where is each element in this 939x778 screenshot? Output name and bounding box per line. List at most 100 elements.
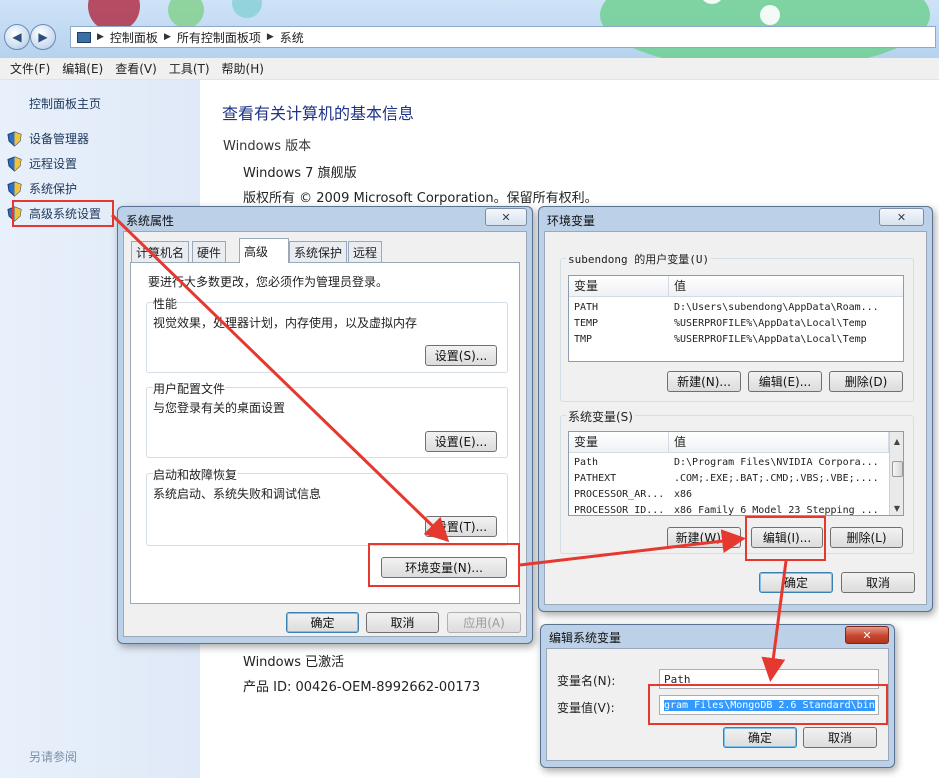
- sidebar-item-label: 系统保护: [29, 182, 78, 196]
- group-label: 性能: [153, 295, 178, 312]
- edit-ok-button[interactable]: 确定: [723, 727, 797, 748]
- menu-tools[interactable]: 工具(T): [169, 60, 210, 77]
- close-button[interactable]: ✕: [845, 626, 889, 644]
- chevron-right-icon: ▶: [163, 32, 171, 42]
- highlight-advanced-settings: [12, 200, 114, 227]
- list-item[interactable]: TEMP %USERPROFILE%\AppData\Local\Temp: [569, 318, 903, 334]
- variable-name: PATH: [574, 302, 599, 313]
- sidebar-item-device-manager[interactable]: 设备管理器: [7, 130, 89, 147]
- variable-value: D:\Users\subendong\AppData\Roam...: [674, 302, 879, 313]
- menu-edit[interactable]: 编辑(E): [62, 60, 103, 77]
- sidebar-home-link[interactable]: 控制面板主页: [29, 95, 101, 112]
- scroll-thumb[interactable]: [892, 461, 903, 477]
- address-bar[interactable]: ▶ 控制面板 ▶ 所有控制面板项 ▶ 系统: [70, 26, 936, 48]
- group-label: 系统变量(S): [566, 408, 635, 425]
- dialog-title: 环境变量: [547, 214, 596, 228]
- env-ok-button[interactable]: 确定: [759, 572, 833, 593]
- group-description: 与您登录有关的桌面设置: [153, 401, 286, 415]
- highlight-value-field: [648, 684, 888, 725]
- column-header-variable[interactable]: 变量: [569, 432, 669, 453]
- close-button[interactable]: ✕: [879, 208, 924, 226]
- variable-value-label: 变量值(V):: [557, 701, 615, 715]
- group-description: 系统启动、系统失败和调试信息: [153, 487, 322, 501]
- list-item[interactable]: Path D:\Program Files\NVIDIA Corpora...: [569, 457, 884, 473]
- product-id: 产品 ID: 00426-OEM-8992662-00173: [243, 680, 481, 695]
- env-cancel-button[interactable]: 取消: [841, 572, 915, 593]
- list-item[interactable]: TMP %USERPROFILE%\AppData\Local\Temp: [569, 334, 903, 350]
- variable-name-label: 变量名(N):: [557, 674, 616, 688]
- tab-computer-name[interactable]: 计算机名: [131, 241, 190, 262]
- list-item[interactable]: PATHEXT .COM;.EXE;.BAT;.CMD;.VBS;.VBE;...…: [569, 473, 884, 489]
- shield-icon: [7, 130, 22, 147]
- variable-value: x86 Family 6 Model 23 Stepping ...: [674, 505, 879, 516]
- chevron-right-icon: ▶: [266, 32, 274, 42]
- scroll-up-icon[interactable]: ▲: [890, 434, 903, 448]
- scroll-down-icon[interactable]: ▼: [890, 501, 903, 515]
- computer-icon: [77, 31, 91, 43]
- variable-name: PROCESSOR_ID...: [574, 505, 665, 516]
- shield-icon: [7, 180, 22, 197]
- user-new-button[interactable]: 新建(N)...: [667, 371, 741, 392]
- variable-name: TMP: [574, 334, 593, 345]
- sidebar-item-system-protection[interactable]: 系统保护: [7, 180, 77, 197]
- breadcrumb-control-panel[interactable]: 控制面板: [110, 29, 158, 46]
- variable-name: Path: [574, 457, 599, 468]
- chevron-right-icon: ▶: [97, 32, 104, 42]
- dialog-title: 编辑系统变量: [549, 631, 622, 645]
- variable-value: %USERPROFILE%\AppData\Local\Temp: [674, 318, 867, 329]
- system-variables-list[interactable]: 变量 值 Path D:\Program Files\NVIDIA Corpora…: [568, 431, 904, 516]
- cancel-button[interactable]: 取消: [366, 612, 439, 633]
- tab-system-protection[interactable]: 系统保护: [289, 241, 348, 262]
- apply-button[interactable]: 应用(A): [447, 612, 521, 633]
- admin-note: 要进行大多数更改，您必须作为管理员登录。: [148, 275, 389, 289]
- performance-settings-button[interactable]: 设置(S)...: [425, 345, 497, 366]
- list-item[interactable]: PATH D:\Users\subendong\AppData\Roam...: [569, 302, 903, 318]
- variable-value: x86: [674, 489, 693, 500]
- system-delete-button[interactable]: 删除(L): [830, 527, 903, 548]
- menu-file[interactable]: 文件(F): [10, 60, 50, 77]
- user-variables-list[interactable]: 变量 值 PATH D:\Users\subendong\AppData\Roam…: [568, 275, 904, 362]
- column-header-value[interactable]: 值: [669, 432, 889, 453]
- user-delete-button[interactable]: 删除(D): [829, 371, 903, 392]
- group-description: 视觉效果，处理器计划，内存使用，以及虚拟内存: [153, 316, 418, 330]
- copyright-text: 版权所有 © 2009 Microsoft Corporation。保留所有权利…: [243, 191, 598, 206]
- back-button[interactable]: ◀: [4, 24, 30, 50]
- variable-name: PATHEXT: [574, 473, 617, 484]
- close-icon: ✕: [896, 210, 907, 224]
- group-label: 启动和故障恢复: [153, 466, 238, 483]
- tab-hardware[interactable]: 硬件: [192, 241, 227, 262]
- user-edit-button[interactable]: 编辑(E)...: [748, 371, 822, 392]
- highlight-env-button: [368, 543, 520, 587]
- startup-settings-button[interactable]: 设置(T)...: [425, 516, 497, 537]
- page-title: 查看有关计算机的基本信息: [222, 104, 415, 123]
- vertical-scrollbar[interactable]: ▲ ▼: [889, 432, 903, 515]
- user-profiles-settings-button[interactable]: 设置(E)...: [425, 431, 497, 452]
- highlight-edit-button: [745, 516, 826, 561]
- variable-name: TEMP: [574, 318, 599, 329]
- menu-help[interactable]: 帮助(H): [222, 60, 264, 77]
- edit-cancel-button[interactable]: 取消: [803, 727, 877, 748]
- activation-status: Windows 已激活: [243, 655, 345, 670]
- group-label: subendong 的用户变量(U): [566, 251, 712, 267]
- windows-version-heading: Windows 版本: [223, 139, 312, 154]
- column-header-variable[interactable]: 变量: [569, 276, 669, 297]
- sidebar-item-label: 设备管理器: [29, 132, 90, 146]
- variable-value: .COM;.EXE;.BAT;.CMD;.VBS;.VBE;....: [674, 473, 879, 484]
- list-item[interactable]: PROCESSOR_AR... x86: [569, 489, 884, 505]
- menu-view[interactable]: 查看(V): [115, 60, 157, 77]
- tab-remote[interactable]: 远程: [348, 241, 383, 262]
- tab-advanced[interactable]: 高级: [239, 238, 289, 263]
- column-header-value[interactable]: 值: [669, 276, 903, 297]
- forward-button[interactable]: ▶: [30, 24, 56, 50]
- group-label: 用户配置文件: [153, 380, 226, 397]
- windows-edition: Windows 7 旗舰版: [243, 166, 357, 181]
- list-item[interactable]: PROCESSOR_ID... x86 Family 6 Model 23 Ste…: [569, 505, 884, 516]
- ok-button[interactable]: 确定: [286, 612, 359, 633]
- breadcrumb-all-items[interactable]: 所有控制面板项: [177, 29, 261, 46]
- system-new-button[interactable]: 新建(W)...: [667, 527, 741, 548]
- breadcrumb-system[interactable]: 系统: [280, 29, 304, 46]
- close-button[interactable]: ✕: [485, 208, 527, 226]
- sidebar-item-remote-settings[interactable]: 远程设置: [7, 155, 77, 172]
- sidebar-item-label: 远程设置: [29, 157, 78, 171]
- variable-value: %USERPROFILE%\AppData\Local\Temp: [674, 334, 867, 345]
